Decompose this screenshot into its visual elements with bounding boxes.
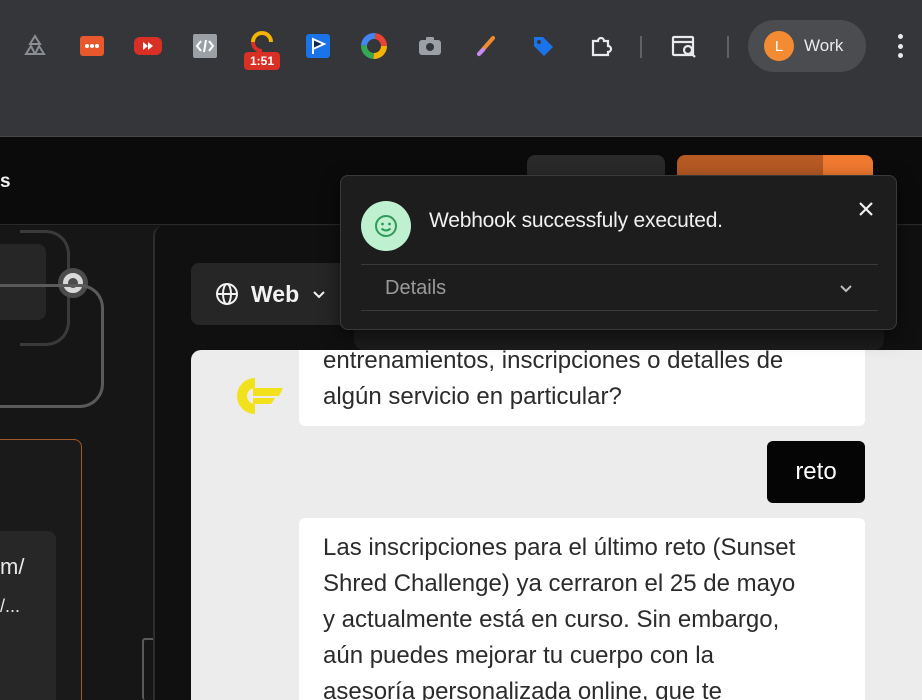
tag-extension-icon[interactable] <box>529 32 557 60</box>
toolbar-separator <box>640 36 642 58</box>
message-line: Las inscripciones para el último reto (S… <box>323 534 796 561</box>
message-line: algún servicio en particular? <box>323 383 622 410</box>
webhook-toast: Webhook successfuly executed. Details <box>340 175 897 330</box>
toast-divider <box>361 310 878 311</box>
message-line: y actualmente está en curso. Sin embargo… <box>323 606 780 633</box>
color-wheel-extension-icon[interactable] <box>360 32 388 60</box>
chevron-down-icon <box>840 285 852 293</box>
header-title: s <box>0 171 11 192</box>
message-line: Shred Challenge) ya cerraron el 25 de ma… <box>323 570 796 597</box>
message-line: aún puedes mejorar tu cuerpo con la <box>323 642 714 669</box>
toast-divider <box>361 264 878 265</box>
avatar: L <box>764 31 794 61</box>
puzzle-extension-icon[interactable] <box>587 32 615 60</box>
details-label: Details <box>385 276 447 299</box>
timer-badge: 1:51 <box>244 52 280 70</box>
node-text: m/ <box>0 554 25 579</box>
toolbar-separator <box>727 36 729 58</box>
profile-name: Work <box>804 36 844 55</box>
message-line: entrenamientos, inscripciones o detalles… <box>323 350 784 374</box>
close-icon[interactable] <box>851 194 881 224</box>
bot-message: Las inscripciones para el último reto (S… <box>299 518 865 700</box>
edge-connector <box>0 284 104 408</box>
camera-extension-icon[interactable] <box>416 32 444 60</box>
browser-toolbar: 1:51 L Work <box>0 0 922 137</box>
bot-message: entrenamientos, inscripciones o detalles… <box>299 350 865 426</box>
flag-extension-icon[interactable] <box>304 32 332 60</box>
globe-icon <box>216 283 238 305</box>
youtube-extension-icon[interactable] <box>134 32 162 60</box>
details-toggle[interactable]: Details <box>361 266 878 310</box>
chat-window[interactable]: entrenamientos, inscripciones o detalles… <box>191 350 922 700</box>
ellipsis-extension-icon[interactable] <box>78 32 106 60</box>
user-message: reto <box>767 441 865 503</box>
browser-menu-icon[interactable] <box>890 30 910 62</box>
pen-extension-icon[interactable] <box>473 32 501 60</box>
toast-message: Webhook successfuly executed. <box>429 209 723 232</box>
channel-label: Web <box>251 280 300 307</box>
code-extension-icon[interactable] <box>191 32 219 60</box>
recycle-extension-icon[interactable] <box>21 32 49 60</box>
profile-chip[interactable]: L Work <box>748 20 866 72</box>
search-tab-icon[interactable] <box>671 32 699 60</box>
smiley-icon <box>361 201 411 251</box>
chevron-down-icon <box>313 291 325 299</box>
channel-select[interactable]: Web <box>191 263 351 325</box>
message-line: asesoría personalizada online, que te <box>323 678 722 700</box>
bot-logo-icon <box>237 378 283 414</box>
node-text: /... <box>0 596 21 616</box>
